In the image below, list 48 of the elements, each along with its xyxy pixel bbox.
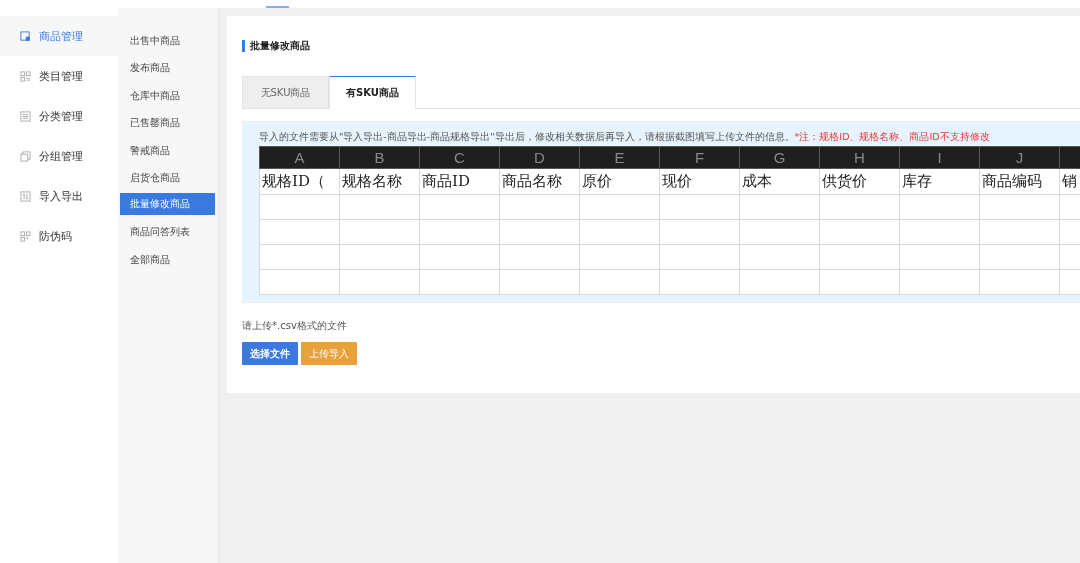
column-letter: A <box>259 146 340 169</box>
submenu-item[interactable]: 启货仓商品 <box>120 163 215 192</box>
qr-icon <box>20 230 31 242</box>
copy-icon <box>20 150 31 162</box>
list-icon <box>20 110 31 122</box>
arrows-icon <box>20 190 31 202</box>
column-letter: H <box>819 146 900 169</box>
tab[interactable]: 无SKU商品 <box>242 76 329 108</box>
menu-item[interactable]: 分组管理 <box>0 136 118 176</box>
submenu-item[interactable]: 发布商品 <box>120 54 215 82</box>
menu-item[interactable]: 商品管理 <box>0 16 118 56</box>
menu-item[interactable]: 分类管理 <box>0 96 118 136</box>
choose-file-button[interactable]: 选择文件 <box>242 342 298 365</box>
submenu-item[interactable]: 全部商品 <box>120 245 215 274</box>
column-heading: 规格ID（ <box>259 168 340 195</box>
column-heading: 商品ID <box>419 168 500 195</box>
column-heading: 供货价 <box>819 168 900 195</box>
column-letter: G <box>739 146 820 169</box>
menu-item[interactable]: 类目管理 <box>0 56 118 96</box>
grid-icon <box>20 70 31 82</box>
submenu-item[interactable]: 出售中商品 <box>120 27 215 55</box>
submenu-item[interactable]: 商品问答列表 <box>120 218 215 246</box>
menu-item[interactable]: 防伪码 <box>0 216 118 256</box>
column-heading: 规格名称 <box>339 168 420 195</box>
column-letter: E <box>579 146 660 169</box>
submenu-item[interactable]: 警戒商品 <box>120 136 215 164</box>
column-letter: F <box>659 146 740 169</box>
column-letter: C <box>419 146 500 169</box>
column-heading: 商品编码 <box>979 168 1060 195</box>
menu-item[interactable]: 导入导出 <box>0 176 118 216</box>
warning-text: *注：规格ID、规格名称、商品ID不支持修改 <box>794 131 990 142</box>
column-letter: D <box>499 146 580 169</box>
column-letter: B <box>339 146 420 169</box>
column-letter: I <box>899 146 980 169</box>
column-heading: 原价 <box>579 168 660 195</box>
column-heading: 商品名称 <box>499 168 580 195</box>
box-icon <box>20 30 31 42</box>
submenu-item[interactable]: 仓库中商品 <box>120 81 215 110</box>
column-heading: 成本 <box>739 168 820 195</box>
upload-hint: 请上传*.csv格式的文件 <box>242 319 348 333</box>
tab[interactable]: 有SKU商品 <box>329 76 416 109</box>
column-letter: J <box>979 146 1060 169</box>
page-title: 批量修改商品 <box>242 40 1080 52</box>
submenu-item[interactable]: 已售罄商品 <box>120 109 215 137</box>
column-heading: 库存 <box>899 168 980 195</box>
submenu-item[interactable]: 批量修改商品 <box>120 193 215 216</box>
column-heading: 现价 <box>659 168 740 195</box>
notice-text: 导入的文件需要从"导入导出-商品导出-商品规格导出"导出后，修改相关数据后再导入，请根据截图填写上传文件的信息。 <box>259 131 795 142</box>
